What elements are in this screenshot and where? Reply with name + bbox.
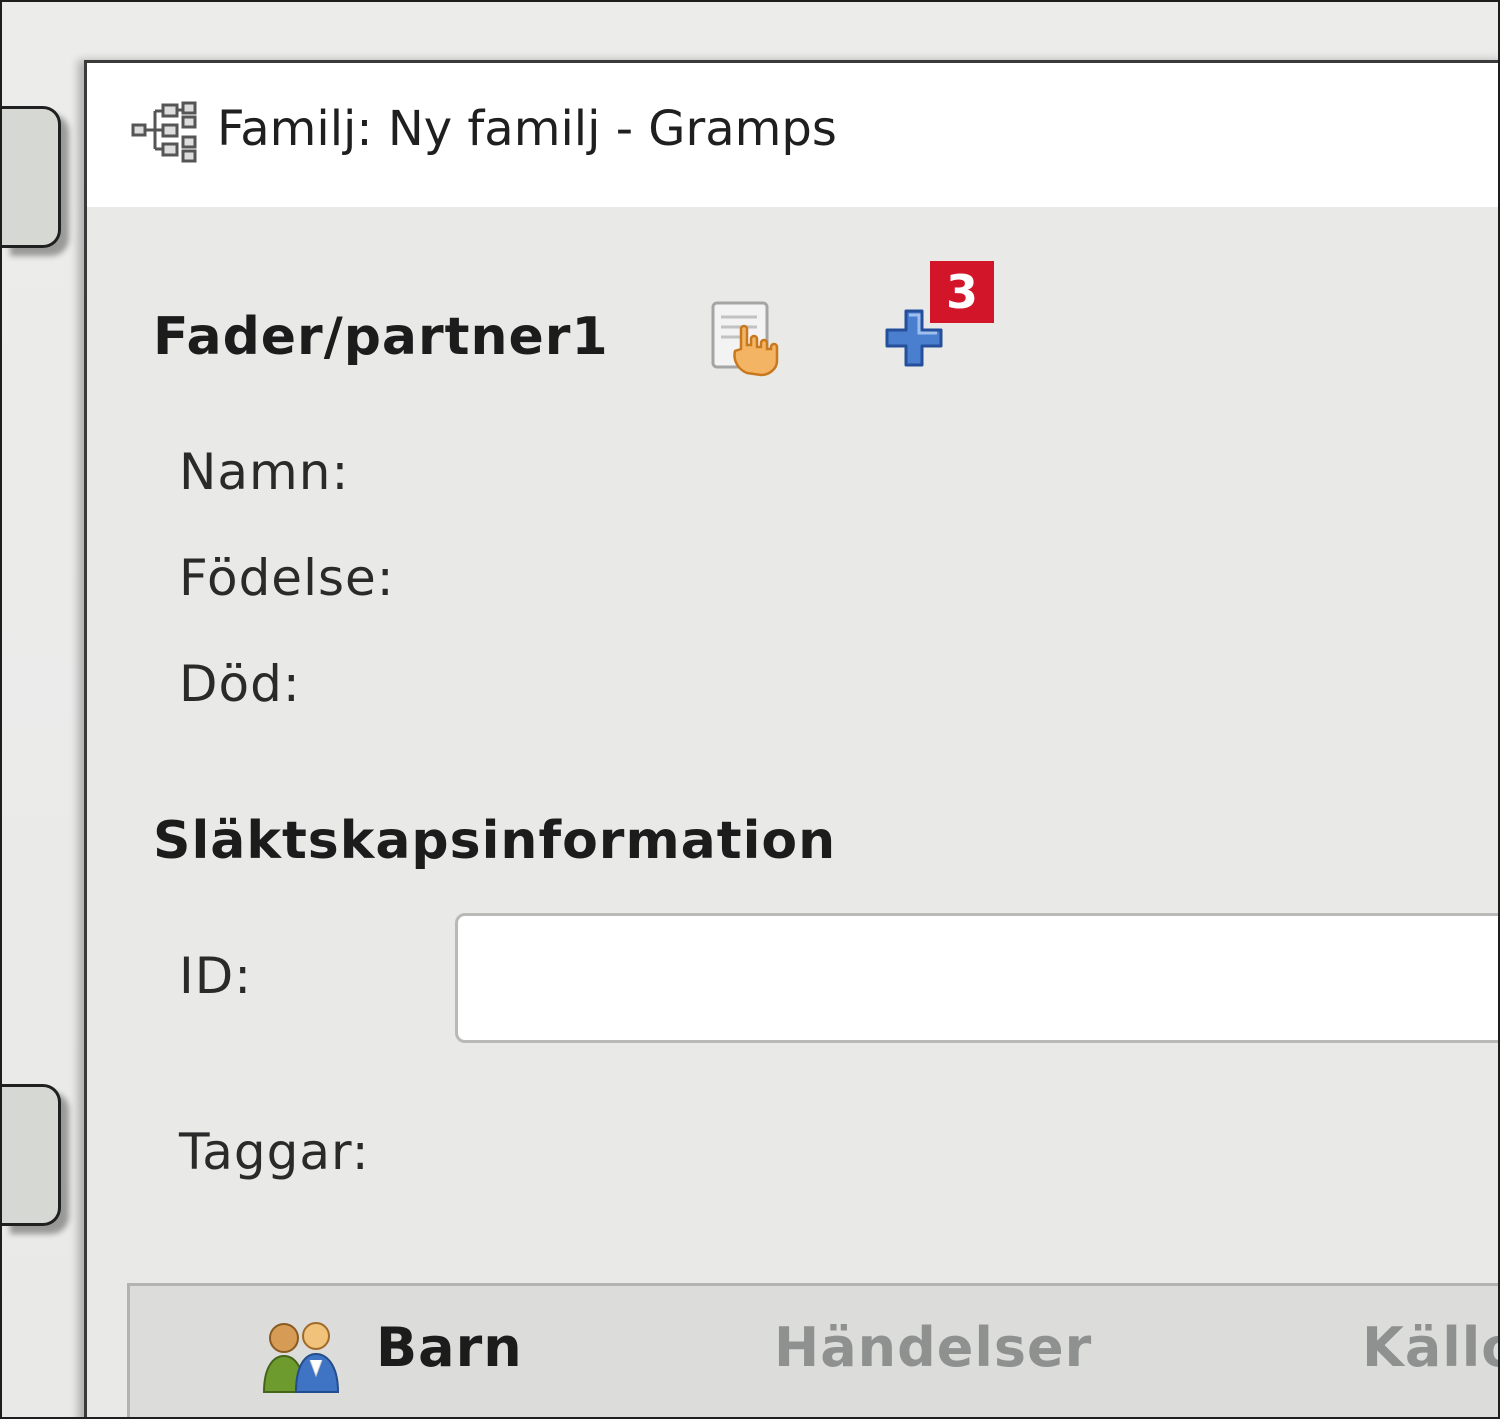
editor-tab-bar: Barn Händelser Källo [127,1283,1498,1417]
select-existing-person-icon[interactable] [707,299,787,379]
children-icon [262,1322,340,1393]
id-input[interactable] [455,913,1498,1043]
family-editor-window: Familj: Ny familj - Gramps Fader/partner… [84,60,1498,1417]
id-label: ID: [179,947,253,1005]
father-section-title: Fader/partner1 [153,307,609,367]
step-badge: 3 [930,261,994,323]
name-label: Namn: [179,443,350,501]
tab-events[interactable]: Händelser [774,1316,1092,1379]
title-bar[interactable]: Familj: Ny familj - Gramps [87,63,1498,207]
death-label: Död: [179,655,301,713]
tags-label: Taggar: [179,1123,370,1181]
family-tree-icon [131,101,197,163]
tab-children[interactable]: Barn [376,1316,523,1379]
background-window-edge[interactable] [2,1084,61,1226]
birth-label: Födelse: [179,549,395,607]
relationship-section-title: Släktskapsinformation [153,811,837,871]
tab-sources[interactable]: Källo [1362,1316,1498,1379]
background-window-edge[interactable] [2,106,61,248]
window-title: Familj: Ny familj - Gramps [217,101,837,157]
screenshot-frame: Familj: Ny familj - Gramps Fader/partner… [0,0,1500,1419]
